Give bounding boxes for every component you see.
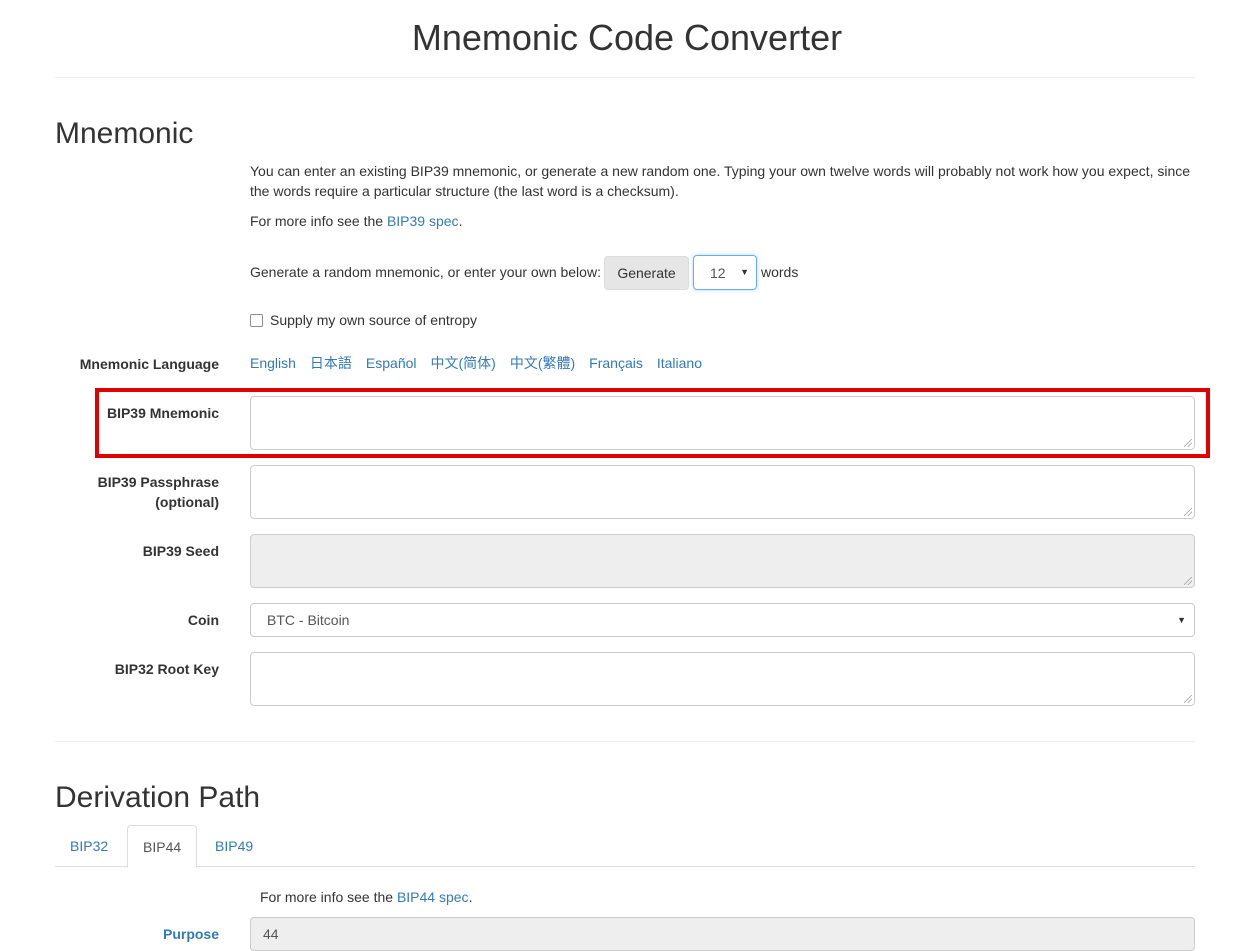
generate-prompt: Generate a random mnemonic, or enter you… (250, 264, 601, 280)
more-info-suffix: . (468, 889, 473, 905)
more-info-suffix: . (458, 213, 463, 229)
bip39-spec-link[interactable]: BIP39 spec (387, 213, 459, 229)
bip32-root-key-label: BIP32 Root Key (114, 661, 219, 677)
bip39-more-info: For more info see the BIP39 spec. (250, 211, 462, 231)
purpose-label[interactable]: Purpose (163, 924, 219, 944)
bip44-more-info: For more info see the BIP44 spec. (260, 887, 472, 907)
passphrase-label-line2: (optional) (155, 494, 219, 510)
resize-handle-icon[interactable] (1184, 508, 1192, 516)
resize-handle-icon[interactable] (1184, 577, 1192, 585)
dropdown-caret-icon: ▼ (1177, 615, 1186, 625)
purpose-input[interactable]: 44 (250, 917, 1195, 951)
resize-handle-icon[interactable] (1184, 439, 1192, 447)
derivation-tabs: BIP32 BIP44 BIP49 (55, 825, 1195, 868)
bip39-mnemonic-input[interactable] (250, 396, 1195, 450)
coin-select[interactable]: BTC - Bitcoin ▼ (250, 603, 1195, 637)
language-italian[interactable]: Italiano (657, 353, 702, 373)
bip39-passphrase-input[interactable] (250, 465, 1195, 519)
bip32-root-key-output[interactable] (250, 652, 1195, 706)
bip39-seed-output[interactable] (250, 534, 1195, 588)
more-info-prefix: For more info see the (260, 889, 397, 905)
language-chinese-simplified[interactable]: 中文(简体) (431, 353, 496, 373)
purpose-value: 44 (263, 926, 279, 942)
word-count-value: 12 (710, 264, 726, 281)
language-chinese-traditional[interactable]: 中文(繁體) (510, 353, 575, 373)
more-info-prefix: For more info see the (250, 213, 387, 229)
tab-bip32[interactable]: BIP32 (55, 825, 123, 867)
entropy-label: Supply my own source of entropy (270, 312, 477, 328)
passphrase-label-line1: BIP39 Passphrase (97, 474, 219, 490)
coin-select-value: BTC - Bitcoin (267, 612, 350, 628)
language-japanese[interactable]: 日本語 (310, 353, 352, 373)
tab-bip44[interactable]: BIP44 (127, 825, 198, 868)
tab-bip49[interactable]: BIP49 (200, 825, 268, 867)
page-title: Mnemonic Code Converter (411, 17, 843, 58)
bip39-passphrase-label: BIP39 Passphrase (optional) (98, 472, 219, 512)
mnemonic-language-label: Mnemonic Language (79, 356, 219, 372)
entropy-checkbox[interactable] (250, 313, 263, 327)
section-divider (55, 741, 1195, 742)
language-french[interactable]: Français (589, 353, 643, 373)
language-spanish[interactable]: Español (366, 353, 417, 373)
mnemonic-heading: Mnemonic (55, 117, 194, 150)
dropdown-caret-icon: ▼ (740, 267, 749, 277)
bip39-seed-label: BIP39 Seed (142, 543, 219, 559)
bip39-mnemonic-label: BIP39 Mnemonic (106, 405, 219, 421)
derivation-path-heading: Derivation Path (55, 781, 261, 814)
header-divider (55, 77, 1195, 78)
word-count-select[interactable]: 12 ▼ (693, 255, 757, 290)
language-english[interactable]: English (250, 353, 296, 373)
language-links: English 日本語 Español 中文(简体) 中文(繁體) França… (250, 353, 702, 373)
words-label: words (761, 264, 799, 280)
bip44-spec-link[interactable]: BIP44 spec (397, 889, 469, 905)
generate-button[interactable]: Generate (604, 256, 689, 290)
coin-label: Coin (187, 612, 219, 628)
resize-handle-icon[interactable] (1184, 695, 1192, 703)
mnemonic-intro: You can enter an existing BIP39 mnemonic… (250, 163, 1191, 199)
entropy-toggle[interactable]: Supply my own source of entropy (250, 312, 477, 328)
